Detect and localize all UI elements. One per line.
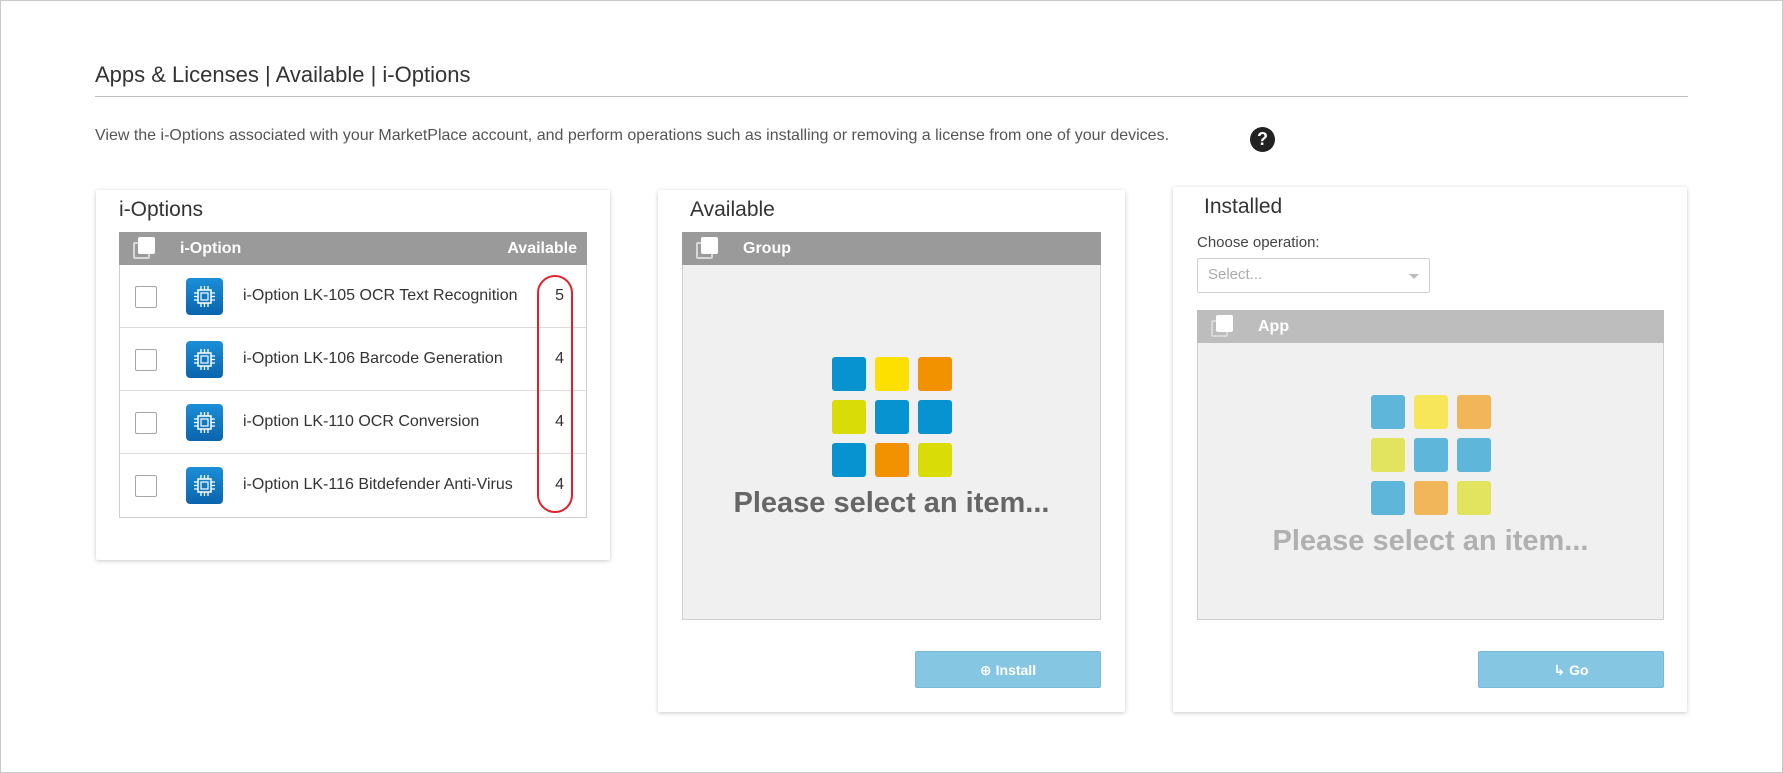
available-panel-title: Available — [690, 198, 775, 221]
table-row[interactable]: i-Option LK-116 Bitdefender Anti-Virus 4 — [120, 454, 586, 517]
column-header-available: Available — [507, 240, 577, 257]
ioptions-table-header: i-Option Available — [119, 232, 587, 265]
row-checkbox[interactable] — [135, 286, 157, 308]
chip-icon — [186, 341, 223, 378]
chip-icon — [186, 467, 223, 504]
ioption-name: i-Option LK-105 OCR Text Recognition — [243, 287, 518, 304]
chip-icon — [186, 278, 223, 315]
operation-select[interactable]: Select... — [1197, 258, 1430, 293]
empty-state-message: Please select an item... — [733, 487, 1050, 519]
empty-state-message: Please select an item... — [1272, 525, 1589, 557]
row-checkbox[interactable] — [135, 475, 157, 497]
app-grid-icon — [1371, 395, 1491, 515]
page-title: Apps & Licenses | Available | i-Options — [95, 62, 471, 87]
table-row[interactable]: i-Option LK-105 OCR Text Recognition 5 — [120, 265, 586, 328]
available-empty-state: Please select an item... — [682, 265, 1101, 620]
installed-empty-state: Please select an item... — [1197, 343, 1664, 620]
select-all-checkbox[interactable] — [1211, 315, 1233, 337]
ioptions-table-body: i-Option LK-105 OCR Text Recognition 5 i… — [119, 265, 587, 518]
column-header-group: Group — [743, 240, 791, 257]
go-button-label: Go — [1569, 662, 1589, 678]
available-column-highlight — [537, 275, 573, 513]
go-button[interactable]: ↳ Go — [1478, 651, 1664, 688]
install-button-label: Install — [995, 662, 1037, 678]
select-all-checkbox[interactable] — [133, 237, 155, 259]
app-grid-icon — [832, 357, 952, 477]
column-header-ioption: i-Option — [180, 240, 242, 257]
available-table-header: Group — [682, 232, 1101, 265]
table-row[interactable]: i-Option LK-110 OCR Conversion 4 — [120, 391, 586, 454]
ioptions-panel-title: i-Options — [119, 198, 204, 221]
installed-table-header: App — [1197, 310, 1664, 343]
plus-circle-icon: ⊕ — [979, 662, 992, 678]
ioption-name: i-Option LK-110 OCR Conversion — [243, 413, 480, 430]
ioption-name: i-Option LK-116 Bitdefender Anti-Virus — [243, 476, 513, 493]
row-checkbox[interactable] — [135, 349, 157, 371]
page-description: View the i-Options associated with your … — [95, 127, 1170, 144]
column-header-app: App — [1258, 318, 1290, 335]
return-arrow-icon: ↳ — [1553, 662, 1566, 678]
operation-select-value: Select... — [1208, 266, 1263, 283]
ioption-name: i-Option LK-106 Barcode Generation — [243, 350, 503, 367]
select-all-checkbox[interactable] — [696, 237, 718, 259]
question-circle-icon[interactable]: ? — [1250, 127, 1275, 152]
row-checkbox[interactable] — [135, 412, 157, 434]
chip-icon — [186, 404, 223, 441]
chevron-down-icon — [1409, 274, 1419, 279]
table-row[interactable]: i-Option LK-106 Barcode Generation 4 — [120, 328, 586, 391]
page-header: Apps & Licenses | Available | i-Options — [95, 62, 1688, 97]
installed-panel-title: Installed — [1204, 195, 1283, 218]
install-button[interactable]: ⊕ Install — [915, 651, 1101, 688]
operation-label: Choose operation: — [1197, 234, 1320, 251]
